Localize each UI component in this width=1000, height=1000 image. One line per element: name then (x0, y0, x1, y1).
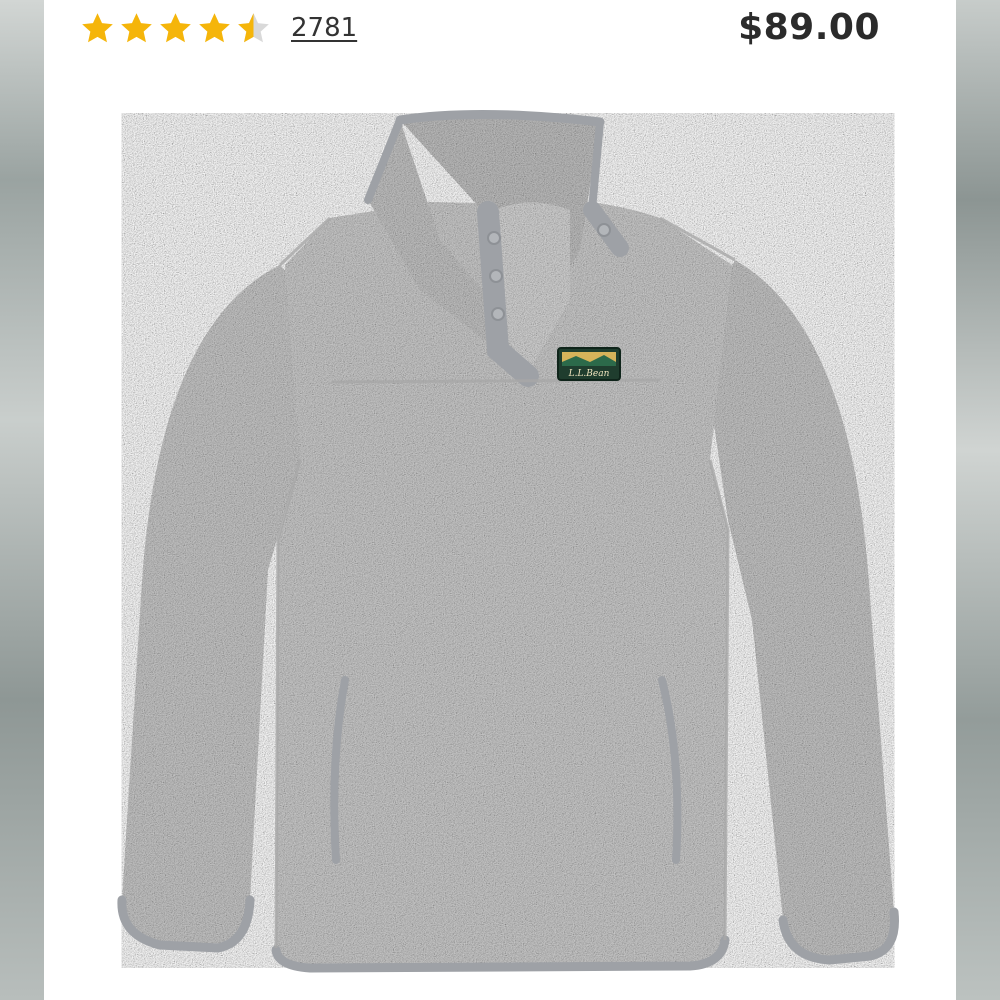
star-rating (80, 8, 271, 48)
background-right-edge (956, 0, 1000, 1000)
product-image[interactable]: L.L.Bean (100, 100, 900, 980)
star-icon (82, 12, 113, 42)
star-icon (121, 12, 152, 42)
half-star-icon (238, 12, 269, 42)
background-left-edge (0, 0, 44, 1000)
review-count-link[interactable]: 2781 (291, 8, 357, 48)
product-price: $89.00 (738, 7, 880, 48)
sweater (121, 113, 895, 968)
product-card: 2781 $89.00 L.L.Bean (44, 0, 956, 1000)
star-icon (199, 12, 230, 42)
brand-patch-text: L.L.Bean (568, 369, 610, 379)
brand-patch: L.L.Bean (557, 347, 621, 381)
star-icon (160, 12, 191, 42)
